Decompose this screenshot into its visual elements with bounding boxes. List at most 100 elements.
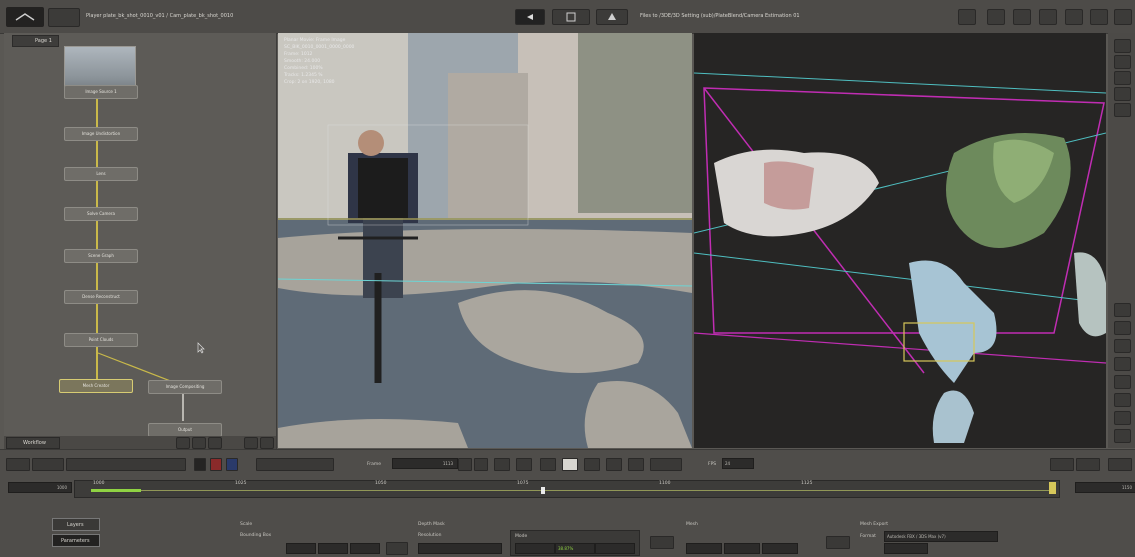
- scale-tool-icon[interactable]: [596, 9, 628, 25]
- lock-icon[interactable]: [1114, 411, 1131, 425]
- node-output[interactable]: Output: [148, 423, 222, 437]
- out-marker[interactable]: [1049, 482, 1056, 494]
- expand-icon[interactable]: [244, 437, 258, 449]
- prev-key-icon[interactable]: [474, 458, 488, 471]
- step-forward-icon[interactable]: [584, 458, 600, 471]
- snapshot-icon[interactable]: [1114, 429, 1131, 443]
- resolution-field[interactable]: [418, 543, 502, 554]
- viewport-3d[interactable]: [694, 33, 1106, 448]
- bbox-x-field[interactable]: [286, 543, 316, 554]
- bbox-z-field[interactable]: [350, 543, 380, 554]
- current-frame-field[interactable]: 1113: [392, 458, 458, 469]
- group-title-depth: Depth Mask: [418, 522, 445, 527]
- channel-icon[interactable]: [226, 458, 238, 471]
- layout-wide-icon[interactable]: [1065, 9, 1083, 25]
- view-dropdown[interactable]: [256, 458, 334, 471]
- top-view-icon[interactable]: [1114, 87, 1131, 101]
- tab-page[interactable]: Page 1: [12, 35, 59, 47]
- frame-all-icon[interactable]: [1114, 393, 1131, 407]
- node-solve-camera[interactable]: Solve Camera: [64, 207, 138, 221]
- export-format-dropdown[interactable]: Autodesk FBX / 3DS Max (v7): [884, 531, 998, 542]
- node-mesh-creator[interactable]: Mesh Creator: [59, 379, 133, 393]
- speed-dropdown[interactable]: [650, 458, 682, 471]
- first-frame-icon[interactable]: [458, 458, 472, 471]
- export-option-field[interactable]: [884, 543, 928, 554]
- next-key-icon[interactable]: [606, 458, 622, 471]
- record-icon[interactable]: [210, 458, 222, 471]
- mode-option-b[interactable]: [595, 543, 635, 554]
- apply-scale-button[interactable]: [386, 542, 408, 555]
- fullscreen-icon[interactable]: [1090, 9, 1108, 25]
- node-graph-panel: Page 1 Image Source 1 Image Undistortion…: [4, 33, 277, 449]
- node-scene-graph[interactable]: Scene Graph: [64, 249, 138, 263]
- percent-field[interactable]: 38.87%: [555, 543, 595, 554]
- mode-toggle[interactable]: [6, 458, 30, 471]
- collapse-panel-icon[interactable]: [1114, 39, 1131, 53]
- zoom-icon[interactable]: [1114, 375, 1131, 389]
- playback-options[interactable]: [66, 458, 186, 471]
- group-title-export: Mesh Export: [860, 522, 889, 527]
- resolution-label: Resolution: [418, 533, 442, 538]
- target-icon[interactable]: [1114, 321, 1131, 335]
- pan-icon[interactable]: [1114, 339, 1131, 353]
- tick-label: 1100: [659, 481, 671, 486]
- stop-icon[interactable]: [540, 458, 556, 471]
- viewport-camera[interactable]: Planar Movie: Frame Image SC_BIK_0010_00…: [278, 33, 692, 448]
- grid-icon[interactable]: [1114, 103, 1131, 117]
- end-frame-field[interactable]: 1150: [1075, 482, 1135, 493]
- layers-button[interactable]: Layers: [52, 518, 100, 531]
- node-lens[interactable]: Lens: [64, 167, 138, 181]
- rotate-tool-icon[interactable]: [552, 9, 590, 25]
- app-logo[interactable]: [6, 7, 44, 27]
- timeline-line: [91, 490, 1051, 491]
- tab-page-label: Page 1: [35, 38, 52, 44]
- parameters-button[interactable]: Parameters: [52, 534, 100, 547]
- play-icon[interactable]: [562, 458, 578, 471]
- zoom-fit-icon[interactable]: [192, 437, 206, 449]
- zoom-in-icon[interactable]: [208, 437, 222, 449]
- pencil-icon[interactable]: [1114, 303, 1131, 317]
- camera-view-icon[interactable]: [1114, 55, 1131, 69]
- timeline-settings-icon[interactable]: [1108, 458, 1132, 471]
- step-back-icon[interactable]: [494, 458, 510, 471]
- layout-single-icon[interactable]: [987, 9, 1005, 25]
- workflow-button[interactable]: Workflow: [6, 437, 60, 449]
- menu-button[interactable]: [48, 8, 80, 27]
- mode-label: Mode: [515, 534, 528, 539]
- mode-selector[interactable]: Mode 38.87%: [510, 530, 640, 556]
- node-point-clouds[interactable]: Point Clouds: [64, 333, 138, 347]
- layout-quad-icon[interactable]: [1039, 9, 1057, 25]
- timeline-track[interactable]: 1000 1025 1050 1075 1100 1125: [74, 480, 1060, 498]
- orbit-icon[interactable]: [1114, 357, 1131, 371]
- move-tool-icon[interactable]: [515, 9, 545, 25]
- mesh-y-field[interactable]: [724, 543, 760, 554]
- fps-field[interactable]: 24: [722, 458, 754, 469]
- curve-editor-icon[interactable]: [1076, 458, 1100, 471]
- perspective-icon[interactable]: [1114, 71, 1131, 85]
- loop-toggle[interactable]: [32, 458, 64, 471]
- last-frame-icon[interactable]: [628, 458, 644, 471]
- mesh-z-field[interactable]: [762, 543, 798, 554]
- keyframe-icon[interactable]: [1050, 458, 1074, 471]
- color-swatch[interactable]: [194, 458, 206, 471]
- collapse-icon[interactable]: [260, 437, 274, 449]
- help-icon[interactable]: [1114, 9, 1132, 25]
- zoom-out-icon[interactable]: [176, 437, 190, 449]
- node-image-compositing[interactable]: Image Compositing: [148, 380, 222, 394]
- workflow-label: Workflow: [23, 440, 46, 446]
- mesh-x-field[interactable]: [686, 543, 722, 554]
- node-dense-reconstruct[interactable]: Dense Reconstruct: [64, 290, 138, 304]
- node-image-source[interactable]: Image Source 1: [64, 85, 138, 99]
- mesh-apply-button[interactable]: [826, 536, 850, 549]
- mouse-cursor-icon: [197, 342, 205, 354]
- layout-split-icon[interactable]: [1013, 9, 1031, 25]
- start-frame-field[interactable]: 1000: [8, 482, 72, 493]
- play-back-icon[interactable]: [516, 458, 532, 471]
- node-image-undistortion[interactable]: Image Undistortion: [64, 127, 138, 141]
- playhead[interactable]: [541, 487, 545, 494]
- settings-icon[interactable]: [958, 9, 976, 25]
- right-tool-strip: [1108, 33, 1135, 448]
- preview-button[interactable]: [650, 536, 674, 549]
- mode-option[interactable]: [515, 543, 555, 554]
- bbox-y-field[interactable]: [318, 543, 348, 554]
